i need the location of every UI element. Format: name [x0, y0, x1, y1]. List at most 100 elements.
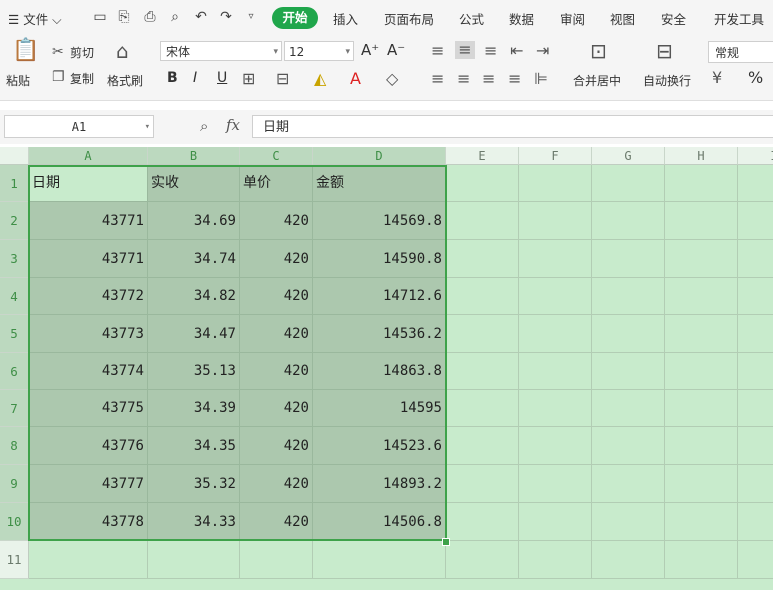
- cell-c11[interactable]: [240, 541, 313, 579]
- print-preview-icon[interactable]: ⌕: [167, 9, 183, 25]
- tab-data[interactable]: 数据: [509, 9, 534, 28]
- cell-b1[interactable]: 实收: [148, 165, 240, 202]
- cell-a3[interactable]: 43771: [29, 240, 148, 278]
- cell-e4[interactable]: [446, 278, 519, 315]
- spreadsheet-grid[interactable]: ABCDEFGHI 1234567891011 日期实收单价金额 4377134.69…: [0, 147, 773, 590]
- cell-f4[interactable]: [519, 278, 592, 315]
- cell-i6[interactable]: [738, 353, 773, 390]
- cell-c9[interactable]: 420: [240, 465, 313, 503]
- cut-button[interactable]: 剪切: [70, 44, 94, 61]
- cell-style-icon[interactable]: ⊟: [276, 70, 289, 88]
- column-header-i[interactable]: I: [738, 147, 773, 165]
- font-size-select[interactable]: 12 ▾: [284, 41, 354, 61]
- print-icon[interactable]: ⎙: [142, 9, 158, 25]
- cell-g9[interactable]: [592, 465, 665, 503]
- column-header-b[interactable]: B: [148, 147, 240, 165]
- paste-icon[interactable]: 📋: [12, 40, 39, 62]
- cell-a6[interactable]: 43774: [29, 353, 148, 390]
- wrap-text-icon[interactable]: ⊟: [656, 41, 673, 61]
- row-header-11[interactable]: 11: [0, 541, 29, 579]
- cell-d4[interactable]: 14712.6: [313, 278, 446, 315]
- undo-icon[interactable]: ↶: [193, 9, 209, 25]
- cell-i8[interactable]: [738, 427, 773, 465]
- redo-icon[interactable]: ↷: [218, 9, 234, 25]
- save-icon[interactable]: ▭: [92, 9, 108, 25]
- cell-e7[interactable]: [446, 390, 519, 427]
- export-icon[interactable]: ⎘: [116, 9, 132, 25]
- cell-f9[interactable]: [519, 465, 592, 503]
- font-name-select[interactable]: 宋体 ▾: [160, 41, 282, 61]
- cell-g10[interactable]: [592, 503, 665, 541]
- cell-h7[interactable]: [665, 390, 738, 427]
- cell-e2[interactable]: [446, 202, 519, 240]
- cell-b11[interactable]: [148, 541, 240, 579]
- tab-developer[interactable]: 开发工具: [714, 9, 764, 28]
- tab-home[interactable]: 开始: [272, 7, 318, 29]
- cell-f10[interactable]: [519, 503, 592, 541]
- row-header-1[interactable]: 1: [0, 165, 29, 202]
- row-header-3[interactable]: 3: [0, 240, 29, 278]
- cell-b6[interactable]: 35.13: [148, 353, 240, 390]
- align-middle-icon[interactable]: ≡: [455, 41, 475, 59]
- cell-b9[interactable]: 35.32: [148, 465, 240, 503]
- row-header-7[interactable]: 7: [0, 390, 29, 427]
- cell-c3[interactable]: 420: [240, 240, 313, 278]
- outdent-icon[interactable]: ⇤: [510, 42, 523, 60]
- cell-g7[interactable]: [592, 390, 665, 427]
- tab-formulas[interactable]: 公式: [459, 9, 484, 28]
- align-right-icon[interactable]: ≡: [482, 70, 495, 88]
- cell-c2[interactable]: 420: [240, 202, 313, 240]
- bold-button[interactable]: B: [167, 70, 178, 86]
- formula-input[interactable]: 日期: [252, 115, 773, 138]
- cell-b8[interactable]: 34.35: [148, 427, 240, 465]
- cell-c7[interactable]: 420: [240, 390, 313, 427]
- scissors-icon[interactable]: ✂: [52, 43, 64, 61]
- tab-insert[interactable]: 插入: [333, 9, 358, 28]
- row-header-6[interactable]: 6: [0, 353, 29, 390]
- cell-d5[interactable]: 14536.2: [313, 315, 446, 353]
- cell-f2[interactable]: [519, 202, 592, 240]
- cell-h3[interactable]: [665, 240, 738, 278]
- row-header-8[interactable]: 8: [0, 427, 29, 465]
- cell-d8[interactable]: 14523.6: [313, 427, 446, 465]
- fill-color-icon[interactable]: ◭: [314, 70, 326, 88]
- cell-d2[interactable]: 14569.8: [313, 202, 446, 240]
- column-header-g[interactable]: G: [592, 147, 665, 165]
- name-box[interactable]: A1 ▾: [4, 115, 154, 138]
- cell-d10[interactable]: 14506.8: [313, 503, 446, 541]
- column-header-d[interactable]: D: [313, 147, 446, 165]
- cell-c10[interactable]: 420: [240, 503, 313, 541]
- column-header-a[interactable]: A: [29, 147, 148, 165]
- percent-button[interactable]: %: [748, 68, 763, 87]
- cell-h1[interactable]: [665, 165, 738, 202]
- cell-g5[interactable]: [592, 315, 665, 353]
- cell-d9[interactable]: 14893.2: [313, 465, 446, 503]
- cell-d7[interactable]: 14595: [313, 390, 446, 427]
- row-header-4[interactable]: 4: [0, 278, 29, 315]
- align-left-icon[interactable]: ≡: [431, 70, 444, 88]
- column-header-f[interactable]: F: [519, 147, 592, 165]
- row-header-9[interactable]: 9: [0, 465, 29, 503]
- cell-h11[interactable]: [665, 541, 738, 579]
- row-header-5[interactable]: 5: [0, 315, 29, 353]
- cell-h9[interactable]: [665, 465, 738, 503]
- tab-view[interactable]: 视图: [610, 9, 635, 28]
- paste-button[interactable]: 粘贴: [6, 72, 30, 89]
- cell-a9[interactable]: 43777: [29, 465, 148, 503]
- cell-g1[interactable]: [592, 165, 665, 202]
- borders-icon[interactable]: ⊞: [242, 70, 255, 88]
- cell-f6[interactable]: [519, 353, 592, 390]
- cell-h4[interactable]: [665, 278, 738, 315]
- cell-a11[interactable]: [29, 541, 148, 579]
- cell-d11[interactable]: [313, 541, 446, 579]
- cell-f11[interactable]: [519, 541, 592, 579]
- cell-g4[interactable]: [592, 278, 665, 315]
- format-painter-icon[interactable]: ⌂: [116, 41, 129, 61]
- cell-i4[interactable]: [738, 278, 773, 315]
- select-all-corner[interactable]: [0, 147, 29, 165]
- zoom-icon[interactable]: ⌕: [200, 117, 208, 135]
- cell-g2[interactable]: [592, 202, 665, 240]
- cell-g6[interactable]: [592, 353, 665, 390]
- cell-i5[interactable]: [738, 315, 773, 353]
- font-color-icon[interactable]: A: [350, 70, 361, 88]
